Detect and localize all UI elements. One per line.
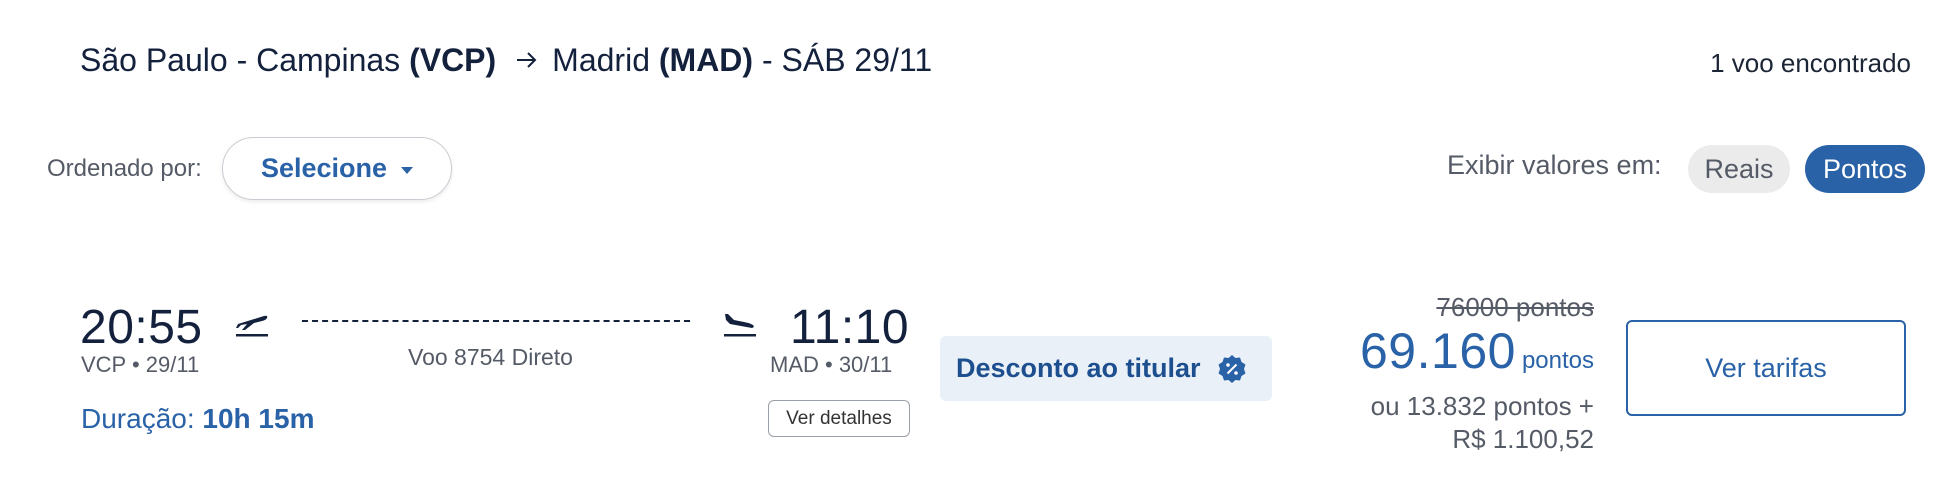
flight-duration: Duração: 10h 15m xyxy=(81,403,314,435)
plane-takeoff-icon xyxy=(234,308,270,338)
view-details-button[interactable]: Ver detalhes xyxy=(768,400,910,437)
flight-info: Voo 8754 Direto xyxy=(408,344,573,370)
departure-place: VCP • 29/11 xyxy=(81,352,200,377)
duration-value: 10h 15m xyxy=(202,403,315,434)
departure-time: 20:55 xyxy=(80,301,203,354)
route-title: São Paulo - Campinas (VCP) Madrid (MAD) … xyxy=(80,42,932,79)
toggle-pontos[interactable]: Pontos xyxy=(1805,145,1925,193)
arrival-place: MAD • 30/11 xyxy=(770,352,893,377)
result-count: 1 voo encontrado xyxy=(1710,48,1911,78)
view-fares-button[interactable]: Ver tarifas xyxy=(1626,320,1906,416)
flight-date: - SÁB 29/11 xyxy=(761,42,933,78)
destination-code: (MAD) xyxy=(658,42,754,78)
plane-landing-icon xyxy=(722,308,758,338)
origin-code: (VCP) xyxy=(409,42,497,78)
points-price: 69.160 xyxy=(1360,323,1516,379)
arrow-right-icon xyxy=(516,44,538,78)
original-price: 76000 pontos xyxy=(1436,292,1594,322)
arrival-time: 11:10 xyxy=(790,301,910,354)
duration-label: Duração: xyxy=(81,403,195,434)
discount-tag: Desconto ao titular xyxy=(940,336,1272,401)
sort-label: Ordenado por: xyxy=(47,155,202,182)
price-row: 69.160 pontos xyxy=(1360,322,1594,380)
origin-city: São Paulo - Campinas xyxy=(80,42,401,78)
mixed-price-reais: R$ 1.100,52 xyxy=(1452,424,1594,454)
destination-city: Madrid xyxy=(552,42,650,78)
points-unit: pontos xyxy=(1521,347,1594,374)
discount-badge-icon xyxy=(1217,354,1247,384)
chevron-down-icon xyxy=(401,166,414,174)
mixed-price-points: ou 13.832 pontos + xyxy=(1370,391,1594,421)
flight-path-line xyxy=(302,320,690,322)
toggle-reais[interactable]: Reais xyxy=(1688,145,1790,193)
sort-select-value: Selecione xyxy=(260,153,388,183)
display-values-label: Exibir valores em: xyxy=(1447,150,1662,180)
discount-label: Desconto ao titular xyxy=(956,353,1201,383)
sort-select[interactable]: Selecione xyxy=(222,137,452,200)
